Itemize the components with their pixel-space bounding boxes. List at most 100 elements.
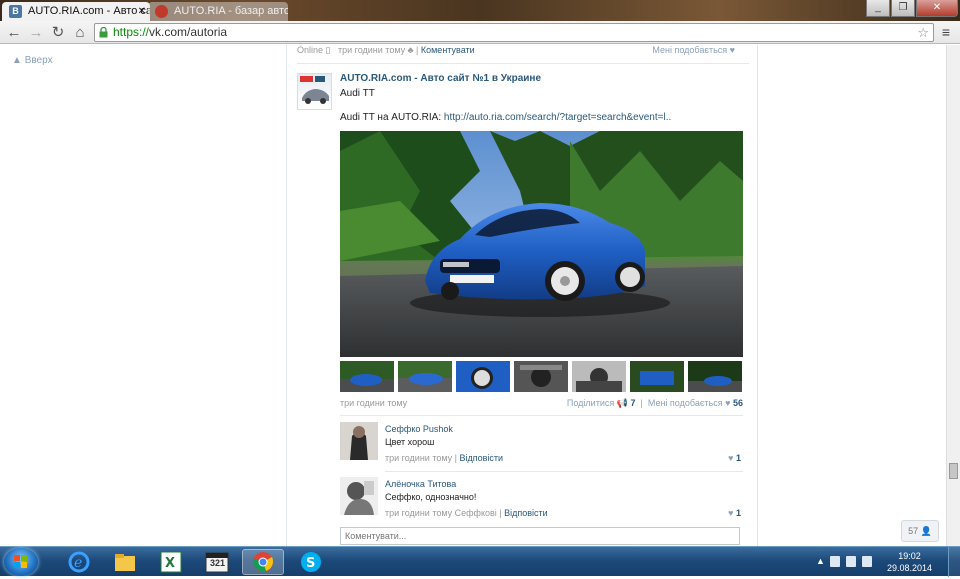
comment-item: Сеффко Pushok Цвет хорош три години тому… [340,422,743,472]
prev-post-time: три години тому [337,45,406,55]
share-button[interactable]: Поділитися 📢 7 [567,398,636,408]
heart-icon: ♥ [728,508,734,518]
tab-label: AUTO.RIA - базар авто N [174,5,288,17]
skype-icon: S [301,552,321,572]
forward-button[interactable]: → [26,23,46,42]
prev-like-button[interactable]: Мені подобається ♥ [652,45,735,55]
comments-divider [340,415,743,416]
thumbnail[interactable] [340,361,394,392]
clock-time: 19:02 [898,551,921,561]
skype-taskbar-button[interactable]: S [290,549,332,575]
post-author-link[interactable]: AUTO.RIA.com - Авто сайт №1 в Украине [340,73,541,84]
reply-link[interactable]: Відповісти [504,508,548,518]
post-meta-row: три години тому Поділитися 📢 7 | Мені по… [340,398,743,410]
autoria-avatar[interactable] [297,73,332,110]
chrome-menu-icon[interactable]: ≡ [938,23,954,42]
person-icon: 👤 [920,526,932,536]
comment-divider [385,471,743,472]
thumbnail[interactable] [456,361,510,392]
windows-logo-icon [14,555,27,568]
network-icon[interactable] [846,556,856,567]
home-button[interactable]: ⌂ [70,23,90,42]
close-window-button[interactable]: ✕ [916,0,958,17]
browser-titlebar: В AUTO.RIA.com - Авто сай ✕ AUTO.RIA - б… [0,0,960,21]
system-clock[interactable]: 19:02 29.08.2014 [887,550,932,574]
tab-autoria-vk[interactable]: В AUTO.RIA.com - Авто сай ✕ [2,2,150,21]
comment-text: Цвет хорош [385,437,435,447]
online-friends-counter[interactable]: 57 👤 [901,520,939,542]
volume-icon[interactable] [862,556,872,567]
like-count: 56 [732,398,743,408]
back-button[interactable]: ← [4,23,24,42]
svg-text:e: e [74,555,82,571]
heart-icon: ♥ [725,398,731,408]
wall-column: Online ▯ три години тому ♣ | Коментувати… [286,45,758,546]
post-divider [297,63,749,64]
autoria-logo-icon [300,76,329,104]
commenter-avatar[interactable] [340,422,378,460]
online-count-value: 57 [908,526,919,536]
reload-button[interactable]: ↻ [48,23,68,42]
comment-time[interactable]: три години тому Сеффкові [385,508,497,518]
thumbnail[interactable] [398,361,452,392]
system-tray: ▲ 19:02 29.08.2014 [812,547,960,577]
scroll-up-link[interactable]: ▲ Вверх [12,55,53,66]
prev-like-label: Мені подобається [652,45,728,55]
calendar-number: 321 [210,558,226,568]
comment-meta: три години тому | Відповісти [385,453,504,463]
like-button[interactable]: Мені подобається ♥ 56 [648,398,743,408]
show-desktop-button[interactable] [948,547,960,577]
folder-icon [115,554,135,571]
media-player-taskbar-button[interactable]: 321 [196,549,238,575]
url-host: vk.com/autoria [149,25,228,39]
previous-post-footer: Online ▯ три години тому ♣ | Коментувати… [297,45,735,55]
comment-like-button[interactable]: ♥ 1 [728,508,741,518]
commenter-name[interactable]: Сеффко Pushok [385,424,453,434]
url-scheme: https:// [113,25,150,39]
comment-time[interactable]: три години тому [385,453,452,463]
flag-icon[interactable] [830,556,840,567]
audi-tt-photo [340,131,743,357]
thumbnail[interactable] [630,361,684,392]
address-bar[interactable]: https://vk.com/autoria ☆ [94,23,934,42]
megaphone-icon: 📢 [616,398,628,408]
excel-taskbar-button[interactable]: X [150,549,192,575]
scrollbar-thumb[interactable] [949,463,958,479]
thumbnail[interactable] [514,361,568,392]
ie-icon: e [68,551,90,573]
bookmark-star-icon[interactable]: ☆ [917,24,929,41]
autoria-favicon-icon [155,5,168,18]
tray-expand-icon[interactable]: ▲ [816,556,825,566]
prev-comment-link[interactable]: Коментувати [421,45,475,55]
minimize-button[interactable]: _ [866,0,890,17]
post-title: Audi TT [340,88,375,99]
commenter-avatar[interactable] [340,477,378,515]
svg-text:S: S [306,556,315,571]
chrome-taskbar-button[interactable] [242,549,284,575]
heart-icon: ♥ [728,453,734,463]
commenter-name[interactable]: Алёночка Титова [385,479,456,489]
restore-button[interactable]: ❐ [891,0,915,17]
share-label: Поділитися [566,398,615,408]
lock-icon [99,27,108,38]
comment-input[interactable]: Коментувати... [340,527,740,545]
post-link[interactable]: http://auto.ria.com/search/?target=searc… [444,112,671,123]
thumbnail[interactable] [688,361,742,392]
explorer-taskbar-button[interactable] [104,549,146,575]
comment-like-button[interactable]: ♥ 1 [728,453,741,463]
post-main-photo[interactable] [340,131,743,357]
internet-explorer-taskbar-button[interactable]: e [58,549,100,575]
scroll-up-label: Вверх [24,55,53,66]
clock-date: 29.08.2014 [886,563,932,573]
tab-autoria-bazar[interactable]: AUTO.RIA - базар авто N [148,2,288,21]
close-tab-icon[interactable]: ✕ [138,2,146,21]
post-time[interactable]: три години тому [340,398,407,408]
chrome-icon [253,552,274,572]
start-button[interactable] [4,548,38,576]
post-actions: Поділитися 📢 7 | Мені подобається ♥ 56 [566,398,743,408]
reply-link[interactable]: Відповісти [459,453,503,463]
like-label: Мені подобається [647,398,723,408]
window-controls: _ ❐ ✕ [865,0,958,17]
post-text-prefix: Audi TT на AUTO.RIA: [340,112,444,123]
thumbnail[interactable] [572,361,626,392]
